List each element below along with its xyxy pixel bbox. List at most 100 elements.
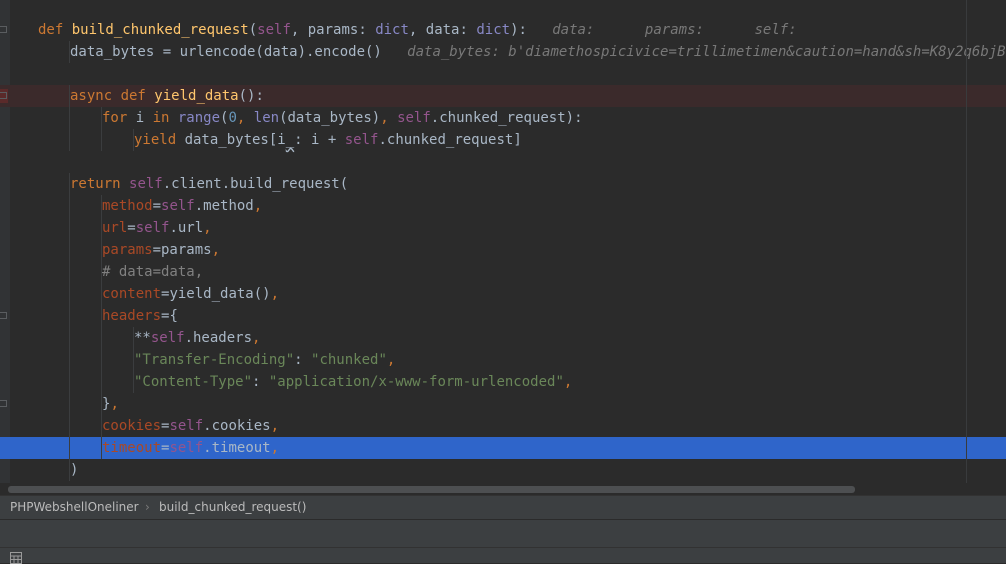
indent-guide [69,349,70,371]
breadcrumb-class[interactable]: PHPWebshellOneliner [10,496,139,518]
code-line[interactable] [0,63,1006,85]
code-line[interactable]: data_bytes = urlencode(data).encode() da… [0,41,1006,63]
indent-guide [69,195,70,217]
code-token: "application/x-www-form-urlencoded" [268,374,564,390]
code-token: "chunked" [311,352,387,368]
code-token: self [129,176,163,192]
code-token: cookies [102,418,162,434]
indent-guide [101,327,102,349]
code-text: data_bytes = urlencode(data).encode() da… [70,41,1006,63]
code-token: headers [102,308,162,324]
code-line[interactable]: content=yield_data(), [0,283,1006,305]
breadcrumb: PHPWebshellOneliner › build_chunked_requ… [0,495,1006,519]
indent-guide [101,349,102,371]
code-token: , [380,110,398,126]
code-token: ) [70,462,79,478]
code-text: **self.headers, [134,327,260,349]
code-token: , params: [290,22,376,38]
indent-guide [69,283,70,305]
code-line[interactable]: def build_chunked_request(self, params: … [0,19,1006,41]
code-token: self [169,440,204,456]
indent-guide [69,107,70,129]
code-token: =yield_data() [161,286,271,302]
code-token: dict [476,22,511,38]
code-text: headers={ [102,305,178,327]
code-token: , [270,286,280,302]
code-text: "Transfer-Encoding": "chunked", [134,349,395,371]
code-text: for i in range(0, len(data_bytes), self.… [102,107,583,129]
code-line[interactable]: method=self.method, [0,195,1006,217]
code-text: }, [102,393,119,415]
code-line[interactable]: ) [0,459,1006,481]
code-line[interactable]: }, [0,393,1006,415]
fold-marker-icon[interactable] [0,312,7,319]
code-token: (): [238,88,264,104]
code-text: async def yield_data(): [70,85,264,107]
code-token: .cookies [203,418,271,434]
code-token: self [397,110,431,126]
code-token: self [135,220,170,236]
code-token: = [127,220,136,236]
code-token: len [253,110,280,126]
indent-guide [69,371,70,393]
code-token: self [169,418,204,434]
fold-marker-icon[interactable] [0,92,7,99]
horizontal-scrollbar[interactable] [0,483,1006,495]
code-line[interactable]: async def yield_data(): [0,85,1006,107]
code-line[interactable] [0,151,1006,173]
code-token: dict [375,22,409,38]
code-token: def [38,22,72,38]
code-token: _ [285,132,295,148]
code-line[interactable]: # data=data, [0,261,1006,283]
code-token: self [344,132,379,148]
code-token: ): [510,22,527,38]
code-line[interactable]: return self.client.build_request( [0,173,1006,195]
breadcrumb-method[interactable]: build_chunked_request() [159,496,306,518]
indent-guide [69,437,70,459]
code-line[interactable]: for i in range(0, len(data_bytes), self.… [0,107,1006,129]
code-text: timeout=self.timeout, [102,437,279,459]
code-text: return self.client.build_request( [70,173,348,195]
code-line[interactable]: yield data_bytes[i_: i + self.chunked_re… [0,129,1006,151]
code-line[interactable]: headers={ [0,305,1006,327]
code-token: 0 [228,110,237,126]
code-token: yield_data [154,88,239,104]
code-token: (data_bytes) [279,110,381,126]
code-line[interactable]: "Content-Type": "application/x-www-form-… [0,371,1006,393]
code-text: method=self.method, [102,195,262,217]
indent-guide [69,327,70,349]
code-token: "Transfer-Encoding" [134,352,295,368]
code-token: .client.build_request( [162,176,349,192]
code-token: for [102,110,136,126]
code-line[interactable]: cookies=self.cookies, [0,415,1006,437]
code-token: range [177,110,221,126]
code-text: "Content-Type": "application/x-www-form-… [134,371,572,393]
indent-guide [69,393,70,415]
code-token: ( [248,22,258,38]
code-line[interactable]: url=self.url, [0,217,1006,239]
code-token: timeout [102,440,162,456]
breadcrumb-separator: › [145,500,150,514]
code-text: content=yield_data(), [102,283,279,305]
code-token: .url [169,220,204,236]
horizontal-scrollbar-thumb[interactable] [8,486,855,493]
indent-guide [69,415,70,437]
code-text: yield data_bytes[i_: i + self.chunked_re… [134,129,522,151]
memory-indicator-icon[interactable] [10,552,22,564]
code-token: self [257,22,291,38]
code-editor[interactable]: def build_chunked_request(self, params: … [0,0,1006,483]
code-token: , [203,220,212,236]
code-token: i [135,110,153,126]
code-token: method [102,198,153,214]
code-token: # data=data, [102,264,204,280]
code-line[interactable]: "Transfer-Encoding": "chunked", [0,349,1006,371]
code-line[interactable]: params=params, [0,239,1006,261]
code-line[interactable]: timeout=self.timeout, [0,437,1006,459]
inline-debug-hint: data_bytes: b'diamethospicivice=trillime… [381,44,1006,60]
code-token: =params [152,242,212,258]
code-token: , [270,418,280,434]
fold-marker-icon[interactable] [0,26,7,33]
fold-marker-icon[interactable] [0,400,7,407]
indent-guide [69,217,70,239]
code-line[interactable]: **self.headers, [0,327,1006,349]
